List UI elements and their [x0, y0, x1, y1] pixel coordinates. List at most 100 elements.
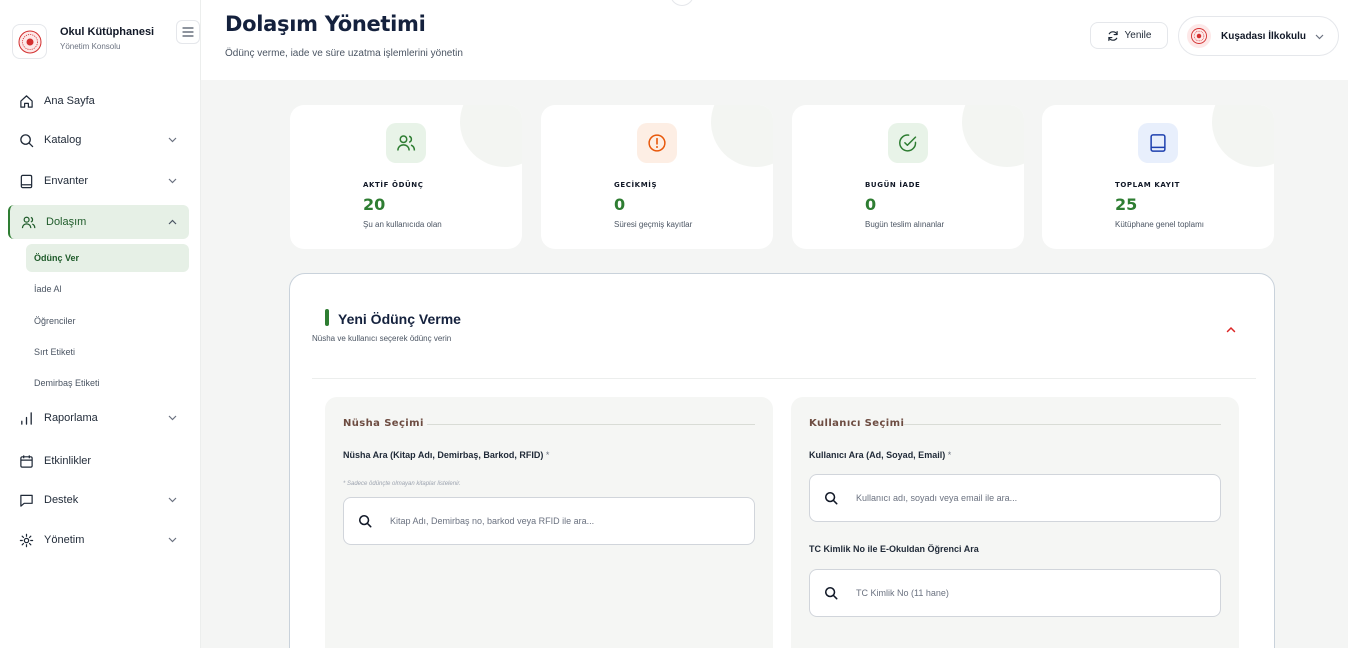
refresh-button[interactable]: Yenile [1090, 22, 1168, 49]
panel-accent-bar [325, 309, 329, 326]
tc-search-input[interactable] [856, 588, 1216, 598]
section-title: Kullanıcı Seçimi [809, 418, 905, 429]
home-icon [18, 93, 34, 109]
tc-search-field[interactable] [809, 569, 1221, 617]
stat-description: Süresi geçmiş kayıtlar [614, 220, 693, 229]
sidebar-subitem-odunc-ver[interactable]: Ödünç Ver [26, 244, 189, 272]
book-icon [1138, 123, 1178, 163]
search-icon [358, 514, 372, 528]
divider [427, 424, 755, 425]
stat-card-bugun-iade: BUGÜN İADE 0 Bugün teslim alınanlar [792, 105, 1024, 249]
field-label: Nüsha Ara (Kitap Adı, Demirbaş, Barkod, … [343, 450, 549, 460]
sidebar-item-label: Raporlama [44, 412, 98, 424]
sidebar-item-destek[interactable]: Destek [8, 483, 189, 517]
sidebar-item-label: Katalog [44, 134, 82, 146]
page-header: Dolaşım Yönetimi Ödünç verme, iade ve sü… [201, 0, 1348, 80]
search-icon [824, 586, 838, 600]
chevron-down-icon [168, 134, 177, 146]
brand-logo [12, 24, 47, 59]
chevron-up-icon [1226, 326, 1236, 333]
divider [312, 378, 1256, 379]
copy-selection-section: Nüsha Seçimi Nüsha Ara (Kitap Adı, Demir… [325, 397, 773, 648]
brand-subtitle: Yönetim Konsolu [60, 42, 121, 51]
sidebar-subitem-iade-al[interactable]: İade Al [26, 275, 189, 303]
chevron-down-icon [168, 494, 177, 506]
field-label-text: Nüsha Ara (Kitap Adı, Demirbaş, Barkod, … [343, 450, 544, 460]
copy-search-input[interactable] [390, 516, 750, 526]
sidebar-subitem-ogrenciler[interactable]: Öğrenciler [26, 307, 189, 335]
refresh-icon [1107, 30, 1118, 41]
stat-label: AKTİF ÖDÜNÇ [363, 181, 424, 189]
stat-description: Bugün teslim alınanlar [865, 220, 945, 229]
sidebar-item-label: Destek [44, 494, 79, 506]
stat-card-aktif-odunc: AKTİF ÖDÜNÇ 20 Şu an kullanıcıda olan [290, 105, 522, 249]
users-icon [386, 123, 426, 163]
new-loan-panel: Yeni Ödünç Verme Nüsha ve kullanıcı seçe… [289, 273, 1275, 648]
chevron-down-icon [168, 175, 177, 187]
alert-circle-icon [637, 123, 677, 163]
chevron-up-icon [168, 216, 177, 228]
panel-subtitle: Nüsha ve kullanıcı seçerek ödünç verin [312, 334, 452, 343]
school-logo-icon [1187, 24, 1211, 48]
chevron-down-icon [1315, 32, 1324, 43]
stat-label: BUGÜN İADE [865, 181, 921, 189]
sidebar-item-label: Dolaşım [46, 216, 87, 228]
stat-card-gecikmis: GECİKMİŞ 0 Süresi geçmiş kayıtlar [541, 105, 773, 249]
stat-value: 0 [614, 195, 626, 214]
book-icon [18, 173, 34, 189]
sidebar-item-katalog[interactable]: Katalog [8, 123, 189, 157]
users-icon [20, 214, 36, 230]
panel-title: Yeni Ödünç Verme [338, 311, 461, 327]
sidebar-item-envanter[interactable]: Envanter [8, 164, 189, 198]
stat-label: GECİKMİŞ [614, 181, 658, 189]
school-selector[interactable]: Kuşadası İlkokulu [1178, 16, 1339, 56]
required-mark: * [545, 450, 550, 460]
search-icon [18, 132, 34, 148]
tc-field-label: TC Kimlik No ile E-Okuldan Öğrenci Ara [809, 544, 979, 554]
menu-toggle-button[interactable] [176, 20, 200, 44]
section-title: Nüsha Seçimi [343, 418, 424, 429]
brand: Okul Kütüphanesi Yönetim Konsolu [12, 12, 200, 60]
chevron-down-icon [168, 534, 177, 546]
page-subtitle: Ödünç verme, iade ve süre uzatma işlemle… [225, 48, 463, 59]
stat-description: Şu an kullanıcıda olan [363, 220, 442, 229]
sidebar-item-dolasim[interactable]: Dolaşım [8, 205, 189, 239]
library-logo-icon [18, 30, 41, 53]
school-name: Kuşadası İlkokulu [1221, 30, 1307, 42]
required-mark: * [947, 450, 952, 460]
sidebar-item-raporlama[interactable]: Raporlama [8, 401, 189, 435]
sidebar: Okul Kütüphanesi Yönetim Konsolu Ana Say… [0, 0, 201, 648]
sidebar-item-yonetim[interactable]: Yönetim [8, 523, 189, 557]
chat-icon [18, 492, 34, 508]
stat-value: 25 [1115, 195, 1138, 214]
page-title: Dolaşım Yönetimi [225, 12, 426, 36]
stat-card-toplam-kayit: TOPLAM KAYIT 25 Kütüphane genel toplamı [1042, 105, 1274, 249]
user-selection-section: Kullanıcı Seçimi Kullanıcı Ara (Ad, Soya… [791, 397, 1239, 648]
stat-value: 20 [363, 195, 386, 214]
user-search-field[interactable] [809, 474, 1221, 522]
stat-value: 0 [865, 195, 877, 214]
field-label: Kullanıcı Ara (Ad, Soyad, Email) * [809, 450, 951, 460]
user-search-input[interactable] [856, 493, 1216, 503]
sidebar-item-label: Ana Sayfa [44, 95, 95, 107]
search-icon [824, 491, 838, 505]
hint-text: * Sadece ödünçte olmayan kitaplar listel… [343, 481, 461, 487]
sidebar-item-etkinlikler[interactable]: Etkinlikler [8, 444, 189, 478]
divider [903, 424, 1221, 425]
chevron-down-icon [168, 412, 177, 424]
stat-description: Kütüphane genel toplamı [1115, 220, 1204, 229]
field-label-text: Kullanıcı Ara (Ad, Soyad, Email) [809, 450, 946, 460]
calendar-icon [18, 453, 34, 469]
gear-icon [18, 532, 34, 548]
collapse-button[interactable] [1226, 320, 1236, 338]
sidebar-item-ana-sayfa[interactable]: Ana Sayfa [8, 84, 189, 118]
bar-chart-icon [18, 410, 34, 426]
brand-title: Okul Kütüphanesi [60, 26, 155, 38]
sidebar-item-label: Etkinlikler [44, 455, 92, 467]
copy-search-field[interactable] [343, 497, 755, 545]
sidebar-subitem-demirbas-etiketi[interactable]: Demirbaş Etiketi [26, 369, 189, 397]
sidebar-item-label: Yönetim [44, 534, 85, 546]
sidebar-subitem-sirt-etiketi[interactable]: Sırt Etiketi [26, 338, 189, 366]
stat-label: TOPLAM KAYIT [1115, 181, 1180, 189]
hamburger-icon [182, 27, 194, 37]
